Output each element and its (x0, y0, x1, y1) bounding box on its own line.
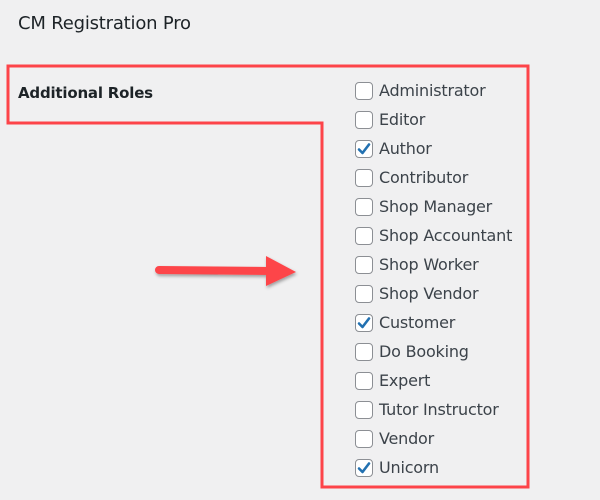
role-checkbox[interactable] (355, 226, 373, 245)
role-label: Customer (379, 313, 456, 332)
role-option-author[interactable]: Author (355, 134, 512, 163)
role-checkbox[interactable] (355, 458, 373, 477)
role-label: Shop Worker (379, 255, 479, 274)
role-option-do-booking[interactable]: Do Booking (355, 337, 512, 366)
role-option-shop-accountant[interactable]: Shop Accountant (355, 221, 512, 250)
role-checkbox[interactable] (355, 168, 373, 187)
checkmark-icon (357, 461, 371, 473)
role-label: Expert (379, 371, 431, 390)
role-label: Author (379, 139, 432, 158)
role-checkbox[interactable] (355, 400, 373, 419)
additional-roles-label: Additional Roles (18, 84, 153, 102)
role-checkbox[interactable] (355, 81, 373, 100)
role-checkbox[interactable] (355, 371, 373, 390)
role-label: Shop Manager (379, 197, 493, 216)
role-option-expert[interactable]: Expert (355, 366, 512, 395)
section-title: CM Registration Pro (18, 13, 191, 34)
role-option-unicorn[interactable]: Unicorn (355, 453, 512, 482)
checkmark-icon (357, 142, 371, 154)
role-label: Unicorn (379, 458, 439, 477)
role-checkbox[interactable] (355, 110, 373, 129)
role-option-vendor[interactable]: Vendor (355, 424, 512, 453)
role-option-editor[interactable]: Editor (355, 105, 512, 134)
role-option-customer[interactable]: Customer (355, 308, 512, 337)
role-checkbox[interactable] (355, 284, 373, 303)
role-label: Administrator (379, 81, 486, 100)
role-label: Tutor Instructor (379, 400, 499, 419)
role-option-tutor-instructor[interactable]: Tutor Instructor (355, 395, 512, 424)
checkmark-icon (357, 316, 371, 328)
role-checkbox[interactable] (355, 139, 373, 158)
role-option-shop-vendor[interactable]: Shop Vendor (355, 279, 512, 308)
role-option-shop-worker[interactable]: Shop Worker (355, 250, 512, 279)
role-label: Contributor (379, 168, 469, 187)
role-checkbox[interactable] (355, 342, 373, 361)
role-label: Editor (379, 110, 426, 129)
role-option-administrator[interactable]: Administrator (355, 76, 512, 105)
role-label: Shop Accountant (379, 226, 513, 245)
roles-checkbox-list: Administrator Editor Author Contributor Shop… (355, 76, 512, 482)
role-option-shop-manager[interactable]: Shop Manager (355, 192, 512, 221)
role-label: Shop Vendor (379, 284, 479, 303)
role-option-contributor[interactable]: Contributor (355, 163, 512, 192)
role-label: Do Booking (379, 342, 469, 361)
role-checkbox[interactable] (355, 255, 373, 274)
role-label: Vendor (379, 429, 435, 448)
role-checkbox[interactable] (355, 197, 373, 216)
role-checkbox[interactable] (355, 429, 373, 448)
role-checkbox[interactable] (355, 313, 373, 332)
